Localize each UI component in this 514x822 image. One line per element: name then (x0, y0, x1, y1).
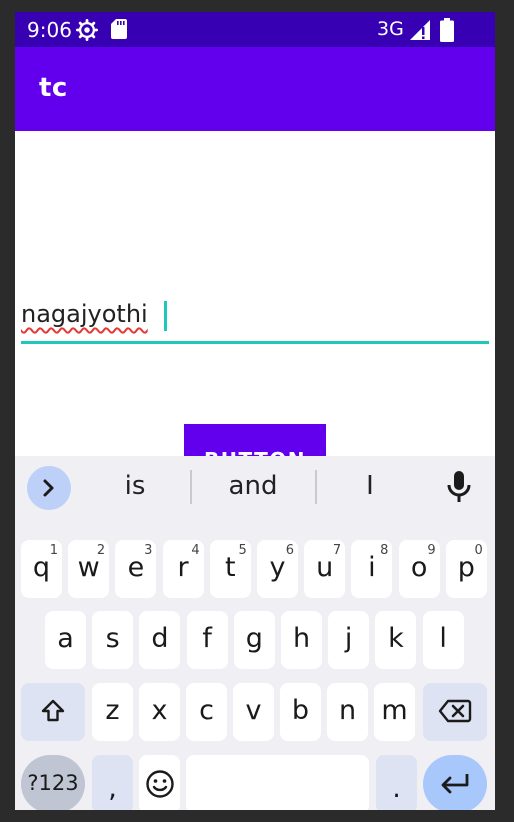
key-hint-digit: 0 (474, 543, 483, 558)
key-w[interactable]: w2 (68, 540, 110, 598)
key-f[interactable]: f (186, 611, 228, 669)
soft-keyboard: is and I q1w2e3r4t5y6u7i8o9p0 asdfghjkl (15, 456, 495, 810)
key-label: e (127, 552, 145, 583)
emoji-icon (145, 770, 174, 798)
key-hint-digit: 5 (238, 543, 247, 558)
key-e[interactable]: e3 (115, 540, 157, 598)
period-label: . (392, 773, 401, 804)
chevron-right-icon (43, 479, 54, 497)
key-a[interactable]: a (45, 611, 86, 669)
key-hint-digit: 3 (144, 543, 153, 558)
text-cursor (164, 301, 167, 331)
name-text-field[interactable]: nagajyothi (21, 295, 489, 344)
gear-icon (76, 19, 98, 41)
suggestion-3[interactable]: I (350, 471, 390, 501)
phone-screen: 9:06 3G tc nagajyothi is and I q 1 w 2 e… (15, 12, 495, 810)
key-l[interactable]: l (422, 611, 464, 669)
key-o[interactable]: o9 (398, 540, 440, 598)
key-label: i (368, 552, 376, 583)
key-hint-digit: 7 (332, 543, 342, 558)
key-hint-digit: 8 (380, 543, 389, 558)
period-key[interactable]: . (376, 755, 417, 810)
key-label: u (316, 552, 334, 583)
key-hint-digit: 2 (96, 543, 106, 558)
enter-icon (441, 774, 469, 794)
key-label: t (225, 552, 236, 583)
microphone-icon[interactable] (446, 470, 472, 504)
key-hint-digit: 6 (285, 543, 294, 558)
key-s[interactable]: s (92, 611, 134, 669)
expand-toolbar-button[interactable] (27, 466, 71, 510)
backspace-key[interactable] (423, 683, 487, 741)
key-i[interactable]: i8 (351, 540, 393, 598)
key-m[interactable]: m (374, 683, 415, 741)
app-bar: tc (15, 47, 495, 131)
status-time: 9:06 (27, 18, 72, 42)
key-c[interactable]: c (186, 683, 227, 741)
space-key[interactable] (186, 755, 369, 810)
key-x[interactable]: x (139, 683, 180, 741)
app-title: tc (39, 73, 68, 103)
key-label: p (457, 552, 475, 583)
backspace-icon (438, 699, 472, 723)
key-q[interactable]: q1 (21, 540, 62, 598)
key-r[interactable]: r4 (162, 540, 204, 598)
sd-card-icon (111, 19, 127, 39)
status-bar: 9:06 3G (15, 12, 495, 47)
comma-label: , (108, 773, 117, 804)
key-b[interactable]: b (280, 683, 321, 741)
symbols-key[interactable]: ?123 (21, 755, 85, 810)
key-n[interactable]: n (327, 683, 368, 741)
shift-icon (41, 699, 65, 722)
suggestion-divider (190, 470, 192, 504)
key-v[interactable]: v (233, 683, 274, 741)
key-hint-digit: 9 (427, 543, 436, 558)
key-d[interactable]: d (139, 611, 181, 669)
key-label: y (269, 552, 286, 583)
suggestion-2[interactable]: and (213, 471, 293, 501)
text-field-value: nagajyothi (21, 300, 148, 328)
key-g[interactable]: g (233, 611, 275, 669)
key-label: q (32, 552, 51, 583)
comma-key[interactable]: , (92, 755, 133, 810)
network-type-label: 3G (377, 18, 404, 40)
suggestion-1[interactable]: is (105, 471, 165, 501)
key-k[interactable]: k (375, 611, 417, 669)
key-u[interactable]: u7 (304, 540, 346, 598)
key-label: o (410, 552, 428, 583)
key-y[interactable]: y6 (257, 540, 298, 598)
enter-key[interactable] (423, 755, 487, 810)
key-j[interactable]: j (328, 611, 370, 669)
shift-key[interactable] (21, 683, 85, 741)
key-t[interactable]: t5 (209, 540, 251, 598)
key-z[interactable]: z (92, 683, 133, 741)
key-label: r (177, 552, 189, 583)
key-p[interactable]: p0 (445, 540, 487, 598)
key-hint-digit: 4 (191, 543, 200, 558)
suggestion-strip: is and I (15, 456, 495, 518)
emoji-key[interactable] (139, 755, 180, 810)
key-h[interactable]: h (281, 611, 322, 669)
suggestion-divider (315, 470, 317, 504)
signal-icon (410, 20, 430, 40)
key-hint-digit: 1 (49, 543, 58, 558)
battery-icon (440, 18, 454, 42)
